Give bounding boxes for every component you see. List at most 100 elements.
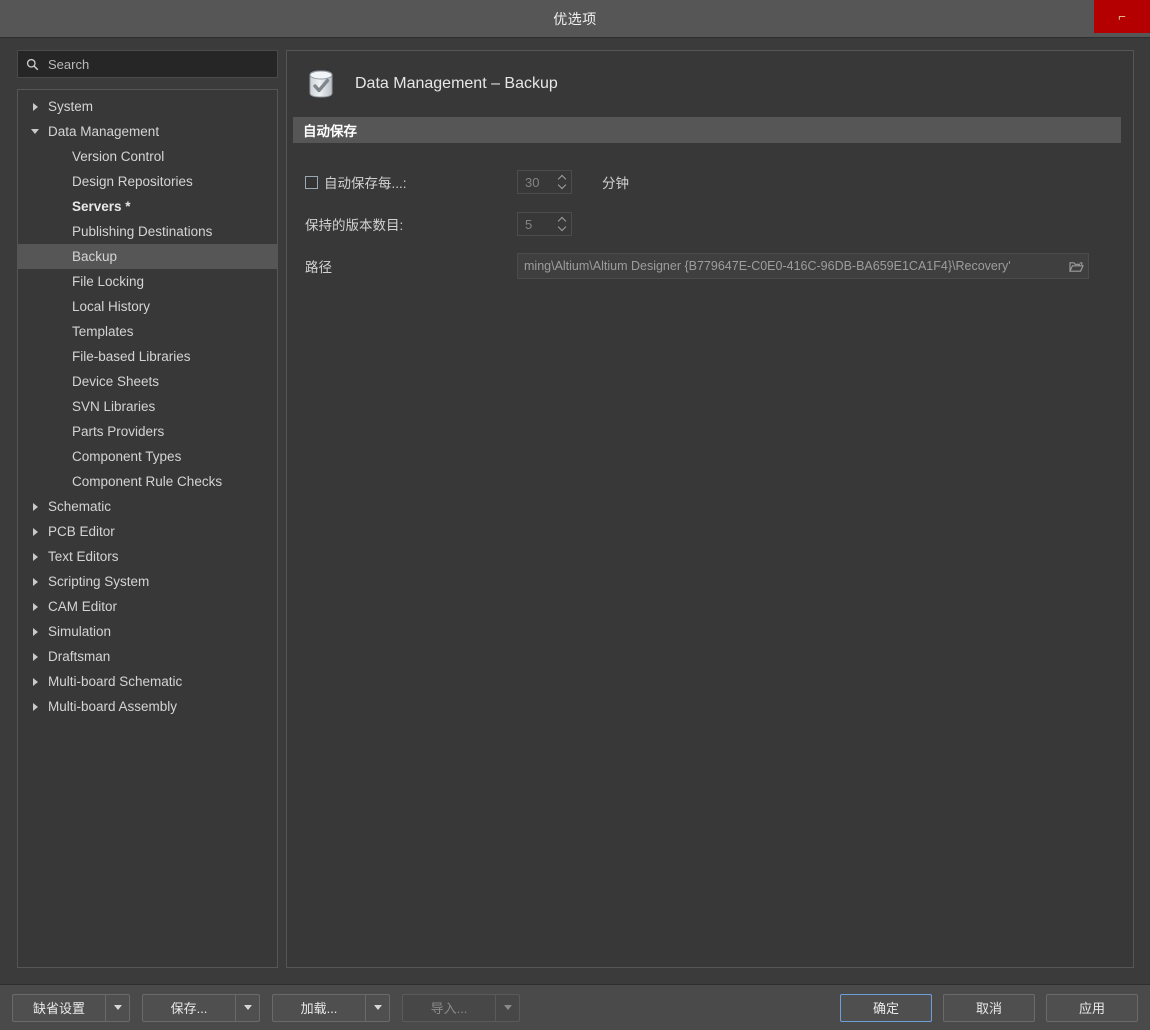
load-button-dropdown[interactable]	[365, 994, 389, 1021]
chevron-right-icon[interactable]	[32, 502, 38, 511]
settings-pane: Data Management – Backup 自动保存 自动保存每...: …	[286, 50, 1134, 968]
sidebar-item-label: Simulation	[48, 624, 112, 639]
expander-collapsed[interactable]	[28, 102, 42, 111]
save-button-label[interactable]: 保存...	[143, 995, 235, 1021]
expander-collapsed[interactable]	[28, 577, 42, 586]
dialog-footer: 缺省设置 保存... 加载... 导入... 确定 取消 应用	[0, 984, 1150, 1030]
chevron-right-icon[interactable]	[32, 577, 38, 586]
path-label: 路径	[305, 260, 332, 275]
sidebar-item-design-repositories[interactable]: Design Repositories	[18, 169, 277, 194]
chevron-right-icon[interactable]	[32, 102, 38, 111]
load-button[interactable]: 加载...	[272, 993, 390, 1022]
sidebar-item-pcb-editor[interactable]: PCB Editor	[18, 519, 277, 544]
sidebar-item-scripting-system[interactable]: Scripting System	[18, 569, 277, 594]
expander-collapsed[interactable]	[28, 502, 42, 511]
sidebar-item-multi-board-assembly[interactable]: Multi-board Assembly	[18, 694, 277, 719]
autosave-label: 自动保存每...:	[324, 176, 407, 191]
expander-collapsed[interactable]	[28, 552, 42, 561]
chevron-right-icon[interactable]	[32, 627, 38, 636]
stepper-arrows[interactable]	[554, 213, 571, 235]
expander-collapsed[interactable]	[28, 627, 42, 636]
default-settings-button-label[interactable]: 缺省设置	[13, 995, 105, 1021]
search-input[interactable]	[46, 55, 269, 73]
sidebar-item-local-history[interactable]: Local History	[18, 294, 277, 319]
save-button-dropdown[interactable]	[235, 994, 259, 1021]
expander-collapsed[interactable]	[28, 527, 42, 536]
sidebar-item-label: Version Control	[72, 149, 165, 164]
preferences-dialog: 优选项 ⌐ System Data Management Version Contr…	[0, 0, 1150, 1030]
sidebar-item-label: Design Repositories	[72, 174, 193, 189]
chevron-right-icon[interactable]	[32, 602, 38, 611]
ok-button[interactable]: 确定	[840, 993, 932, 1022]
apply-button[interactable]: 应用	[1046, 993, 1138, 1022]
search-box[interactable]	[17, 50, 278, 78]
expander-collapsed[interactable]	[28, 702, 42, 711]
autosave-label-group: 自动保存每...:	[305, 172, 517, 192]
save-button[interactable]: 保存...	[142, 993, 260, 1022]
database-check-icon	[303, 66, 339, 102]
sidebar-item-simulation[interactable]: Simulation	[18, 619, 277, 644]
versions-label: 保持的版本数目:	[305, 218, 404, 233]
autosave-interval-stepper[interactable]: 30	[517, 170, 572, 194]
chevron-up-icon[interactable]	[559, 218, 566, 222]
chevron-right-icon[interactable]	[32, 552, 38, 561]
load-button-label[interactable]: 加载...	[273, 995, 365, 1021]
autosave-checkbox[interactable]	[305, 175, 318, 189]
sidebar-item-multi-board-schematic[interactable]: Multi-board Schematic	[18, 669, 277, 694]
versions-count-stepper[interactable]: 5	[517, 212, 572, 236]
sidebar-item-data-management[interactable]: Data Management	[18, 119, 277, 144]
chevron-down-icon[interactable]	[559, 184, 566, 188]
section-header-autosave: 自动保存	[293, 117, 1121, 143]
expander-expanded[interactable]	[28, 129, 42, 134]
sidebar-item-schematic[interactable]: Schematic	[18, 494, 277, 519]
expander-collapsed[interactable]	[28, 652, 42, 661]
path-input[interactable]: ming\Altium\Altium Designer {B779647E-C0…	[517, 253, 1089, 279]
chevron-right-icon[interactable]	[32, 652, 38, 661]
window-title: 优选项	[553, 10, 597, 27]
sidebar-item-component-types[interactable]: Component Types	[18, 444, 277, 469]
preferences-tree[interactable]: System Data Management Version Control Desi…	[17, 89, 278, 968]
default-settings-button[interactable]: 缺省设置	[12, 993, 130, 1022]
autosave-form: 自动保存每...: 30 分钟 保持的版本数目: 5 路径 ming\Altiu…	[287, 143, 1133, 283]
chevron-down-icon	[113, 1005, 122, 1010]
chevron-down-icon[interactable]	[31, 129, 39, 134]
chevron-right-icon[interactable]	[32, 702, 38, 711]
import-button-dropdown	[495, 994, 519, 1021]
footer-left-buttons: 缺省设置 保存... 加载... 导入...	[12, 993, 532, 1022]
close-icon[interactable]: ⌐	[1094, 0, 1150, 33]
folder-open-icon[interactable]	[1064, 254, 1088, 278]
stepper-arrows[interactable]	[554, 171, 571, 193]
sidebar-item-cam-editor[interactable]: CAM Editor	[18, 594, 277, 619]
expander-collapsed[interactable]	[28, 677, 42, 686]
sidebar-item-system[interactable]: System	[18, 94, 277, 119]
sidebar-item-label: Multi-board Schematic	[48, 674, 183, 689]
sidebar-item-parts-providers[interactable]: Parts Providers	[18, 419, 277, 444]
sidebar-item-label: Multi-board Assembly	[48, 699, 178, 714]
sidebar-item-draftsman[interactable]: Draftsman	[18, 644, 277, 669]
sidebar-item-device-sheets[interactable]: Device Sheets	[18, 369, 277, 394]
sidebar-item-component-rule-checks[interactable]: Component Rule Checks	[18, 469, 277, 494]
sidebar-item-servers[interactable]: Servers *	[18, 194, 277, 219]
default-settings-button-dropdown[interactable]	[105, 994, 129, 1021]
chevron-right-icon[interactable]	[32, 527, 38, 536]
sidebar-item-svn-libraries[interactable]: SVN Libraries	[18, 394, 277, 419]
sidebar-item-label: Parts Providers	[72, 424, 165, 439]
chevron-down-icon	[503, 1005, 512, 1010]
autosave-interval-value: 30	[525, 174, 540, 190]
sidebar-item-file-based-libraries[interactable]: File-based Libraries	[18, 344, 277, 369]
sidebar-item-label: Backup	[72, 249, 118, 264]
sidebar-item-label: Templates	[72, 324, 134, 339]
sidebar-item-publishing-destinations[interactable]: Publishing Destinations	[18, 219, 277, 244]
chevron-down-icon[interactable]	[559, 226, 566, 230]
expander-collapsed[interactable]	[28, 602, 42, 611]
sidebar-item-file-locking[interactable]: File Locking	[18, 269, 277, 294]
sidebar-item-templates[interactable]: Templates	[18, 319, 277, 344]
cancel-button[interactable]: 取消	[943, 993, 1035, 1022]
versions-row: 保持的版本数目: 5	[305, 207, 1133, 241]
sidebar-item-text-editors[interactable]: Text Editors	[18, 544, 277, 569]
sidebar-item-backup[interactable]: Backup	[18, 244, 277, 269]
sidebar-item-version-control[interactable]: Version Control	[18, 144, 277, 169]
chevron-up-icon[interactable]	[559, 176, 566, 180]
chevron-right-icon[interactable]	[32, 677, 38, 686]
import-button-label: 导入...	[430, 1001, 468, 1016]
